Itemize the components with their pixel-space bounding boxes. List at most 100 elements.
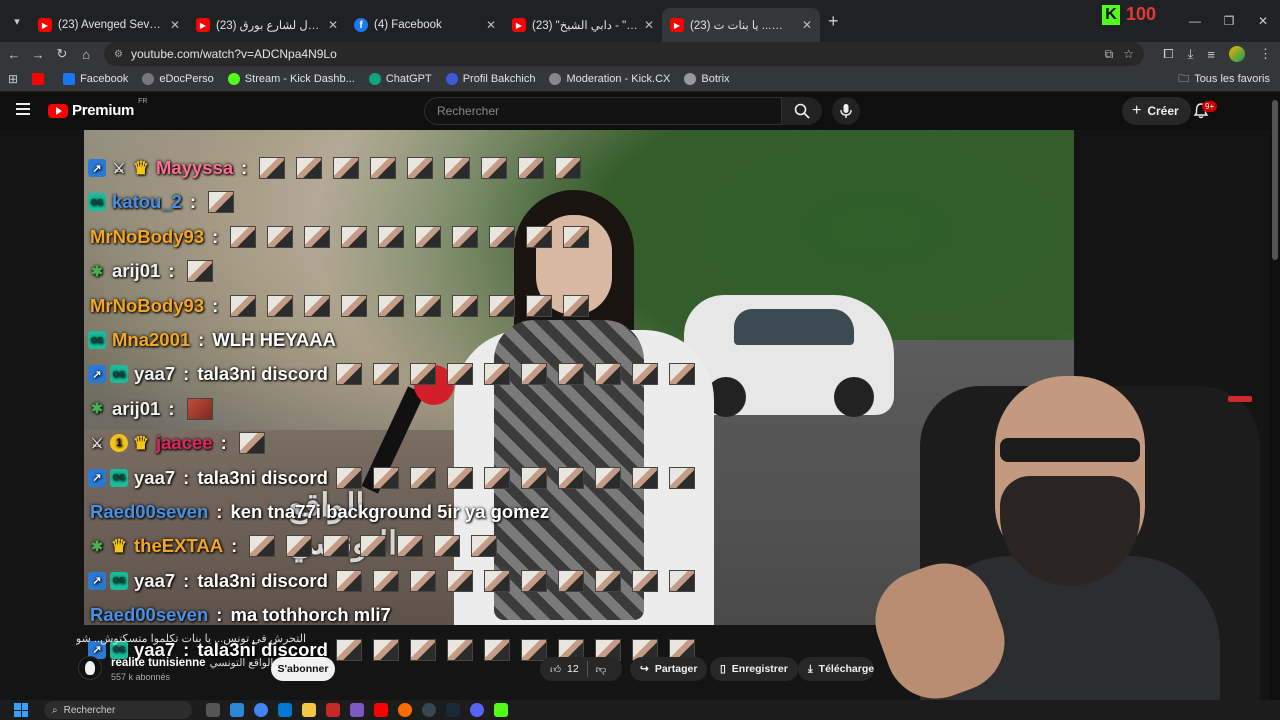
menu-kebab-icon[interactable]: ⋮: [1259, 46, 1272, 62]
file-explorer-icon[interactable]: [302, 703, 316, 717]
chat-emote: [520, 466, 547, 489]
site-info-icon[interactable]: ⚙: [114, 49, 123, 60]
taskbar-search[interactable]: ⌕ Rechercher: [44, 701, 192, 719]
chat-username[interactable]: arij01: [112, 260, 160, 282]
close-tab-icon[interactable]: ✕: [328, 18, 338, 32]
all-bookmarks[interactable]: 🗀 Tous les favoris: [1178, 66, 1270, 92]
bookmark-star-icon[interactable]: ☆: [1123, 47, 1134, 61]
steam-icon[interactable]: [446, 703, 460, 717]
chat-username[interactable]: yaa7: [134, 363, 175, 385]
back-icon[interactable]: ←: [2, 47, 26, 62]
close-tab-icon[interactable]: ✕: [486, 18, 496, 32]
save-button[interactable]: ▯ Enregistrer: [710, 657, 798, 681]
discord-icon[interactable]: [470, 703, 484, 717]
chat-message: ✱ arij01:: [88, 394, 213, 424]
chat-emote: [304, 225, 331, 248]
kick-extension-badge[interactable]: K 100: [1102, 4, 1156, 25]
chat-emote-group: [230, 225, 590, 248]
chat-emote: [631, 569, 658, 592]
install-app-icon[interactable]: ⧉: [1105, 47, 1114, 62]
bakchich-icon: [445, 72, 458, 85]
media-controls-icon[interactable]: ≡: [1207, 47, 1215, 62]
dislike-button[interactable]: 👎︎: [596, 663, 607, 676]
scrollbar-thumb[interactable]: [1272, 100, 1278, 260]
maximize-icon[interactable]: ❐: [1212, 0, 1246, 42]
channel-avatar[interactable]: [78, 656, 102, 680]
voice-search-button[interactable]: [832, 97, 860, 125]
chat-username[interactable]: MrNoBody93: [90, 226, 204, 248]
chat-separator: :: [212, 225, 219, 247]
close-tab-icon[interactable]: ✕: [170, 18, 180, 32]
chat-badge-vip-icon: ↗: [88, 159, 106, 177]
minimize-icon[interactable]: —: [1178, 0, 1212, 42]
channel-name[interactable]: realite tunisienne الواقع التونسي ✔: [111, 657, 285, 669]
bookmark-item[interactable]: Moderation - Kick.CX: [549, 72, 670, 85]
chat-username[interactable]: Raed00seven: [90, 604, 208, 626]
store-icon[interactable]: [278, 703, 292, 717]
extensions-icon[interactable]: ⧠: [1163, 46, 1173, 62]
bookmark-item[interactable]: Profil Bakchich: [445, 72, 535, 85]
youtube-logo[interactable]: Premium FR: [48, 98, 147, 119]
windows-start-icon[interactable]: [14, 703, 28, 717]
downloads-icon[interactable]: ⤓: [1188, 46, 1194, 62]
bookmark-item[interactable]: Stream - Kick Dashb...: [227, 72, 355, 85]
chat-username[interactable]: Raed00seven: [90, 501, 208, 523]
chat-message-text: tala3ni discord: [197, 466, 328, 488]
new-tab-button[interactable]: +: [828, 11, 839, 32]
reload-icon[interactable]: ↻: [50, 46, 74, 62]
bookmark-item[interactable]: eDocPerso: [142, 72, 214, 85]
browser-tab[interactable]: ▶ (23) "أغنية البداية" - دابي الشيخ ✕: [504, 8, 662, 42]
chat-username[interactable]: MrNoBody93: [90, 295, 204, 317]
kick-app-icon[interactable]: [494, 703, 508, 717]
chat-username[interactable]: arij01: [112, 398, 160, 420]
task-view-icon[interactable]: [206, 703, 220, 717]
subscribe-button[interactable]: S'abonner: [271, 657, 335, 681]
app-red-icon[interactable]: [326, 703, 340, 717]
chat-username[interactable]: theEXTAA: [134, 535, 223, 557]
bookmark-item[interactable]: ChatGPT: [368, 72, 432, 85]
forward-icon[interactable]: →: [26, 47, 50, 62]
app-purple-icon[interactable]: [350, 703, 364, 717]
youtube-app-icon[interactable]: [374, 703, 388, 717]
search-input[interactable]: Rechercher: [424, 97, 782, 125]
copilot-icon[interactable]: [230, 703, 244, 717]
youtube-icon: ▶: [512, 18, 526, 32]
chat-emote-group: [335, 569, 695, 592]
chat-username[interactable]: katou_2: [112, 191, 182, 213]
bookmark-item[interactable]: Facebook: [63, 72, 128, 85]
browser-tab[interactable]: ▶ (23) Avenged Sevenfold - Hail T ✕: [30, 8, 188, 42]
share-button[interactable]: ↪ Partager: [630, 657, 708, 681]
chrome-icon[interactable]: [254, 703, 268, 717]
apps-grid-icon[interactable]: ⊞: [8, 72, 18, 86]
bookmark-item[interactable]: [32, 72, 49, 85]
hamburger-menu-icon[interactable]: [16, 103, 30, 115]
share-label: Partager: [654, 663, 698, 675]
bookmark-item[interactable]: Botrix: [684, 72, 730, 85]
chat-username[interactable]: jaacee: [156, 432, 213, 454]
chat-username[interactable]: yaa7: [134, 467, 175, 489]
page-scrollbar[interactable]: [1270, 92, 1280, 700]
close-window-icon[interactable]: ✕: [1246, 0, 1280, 42]
obs-icon[interactable]: [422, 703, 436, 717]
browser-tab[interactable]: ▶ (23) قيس سعيد ينزل لشارع بورق... ✕: [188, 8, 346, 42]
close-tab-icon[interactable]: ✕: [802, 18, 812, 32]
url-text: youtube.com/watch?v=ADCNpa4N9Lo: [130, 47, 337, 61]
youtube-icon: ▶: [196, 18, 210, 32]
chat-username[interactable]: Mayyssa: [156, 157, 233, 179]
address-bar[interactable]: ⚙ youtube.com/watch?v=ADCNpa4N9Lo ⧉ ☆: [104, 42, 1144, 66]
tab-search-button[interactable]: ▾: [4, 8, 30, 34]
chat-username[interactable]: yaa7: [134, 570, 175, 592]
home-icon[interactable]: ⌂: [74, 47, 98, 62]
search-button[interactable]: [782, 97, 822, 125]
browser-tab[interactable]: ▶ (23) التحرش في تونس... يا بنات ت ✕: [662, 8, 820, 42]
close-tab-icon[interactable]: ✕: [644, 18, 654, 32]
browser-tab[interactable]: f (4) Facebook ✕: [346, 8, 504, 42]
chat-emote: [186, 397, 213, 420]
like-button[interactable]: 👍︎ 12: [550, 663, 579, 676]
download-button[interactable]: ⤓ Télécharger: [798, 657, 874, 681]
app-orange-icon[interactable]: [398, 703, 412, 717]
profile-avatar[interactable]: [1229, 46, 1245, 62]
tab-title: (23) قيس سعيد ينزل لشارع بورق...: [216, 20, 322, 32]
create-button[interactable]: + Créer: [1122, 97, 1191, 125]
chat-username[interactable]: Mna2001: [112, 329, 190, 351]
